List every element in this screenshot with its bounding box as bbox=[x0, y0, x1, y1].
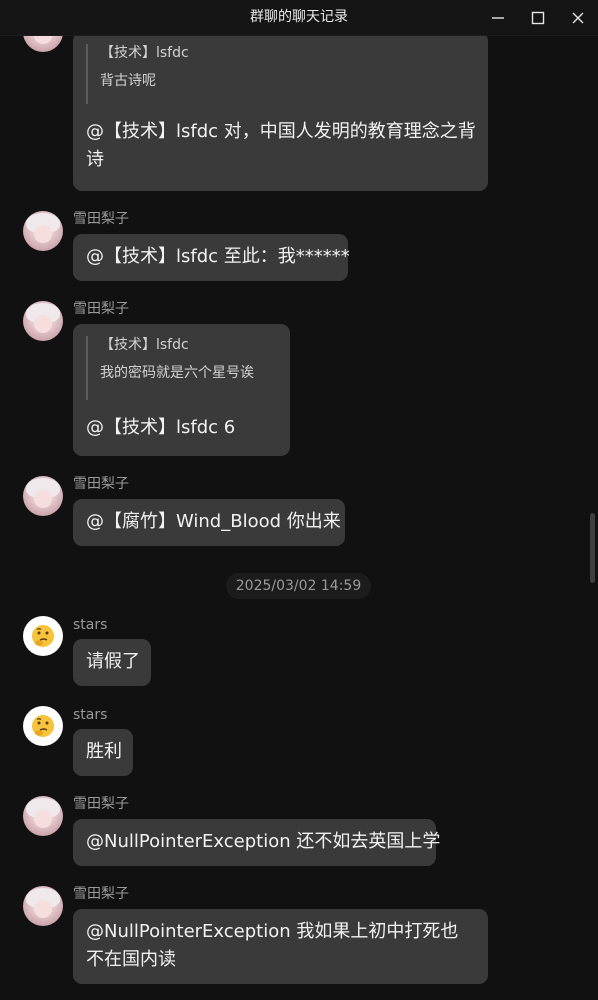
chat-history-window: 群聊的聊天记录 【技术】lsfdc 背古诗呢 @【技术】lsfdc 对，中国人发… bbox=[0, 0, 598, 1000]
quote-author: 【技术】lsfdc bbox=[100, 337, 189, 353]
close-button[interactable] bbox=[558, 0, 598, 35]
avatar[interactable] bbox=[23, 301, 63, 341]
message-bubble[interactable]: @【腐竹】Wind_Blood 你出来 bbox=[73, 499, 345, 546]
quote-text: 我的密码就是六个星号诶 bbox=[100, 365, 254, 381]
thinking-face-icon bbox=[32, 625, 54, 647]
timestamp-divider: 2025/03/02 14:59 bbox=[226, 573, 371, 599]
message-bubble[interactable]: @NullPointerException 我如果上初中打死也不在国内读 bbox=[73, 909, 488, 984]
thinking-face-icon bbox=[32, 715, 54, 737]
avatar[interactable] bbox=[23, 886, 63, 926]
quoted-message[interactable]: 【技术】lsfdc 背古诗呢 bbox=[86, 44, 189, 104]
sender-name: 雪田梨子 bbox=[73, 886, 129, 902]
avatar[interactable] bbox=[23, 211, 63, 251]
message-text: @NullPointerException 还不如去英国上学 bbox=[86, 831, 441, 852]
message-text: @【技术】lsfdc 至此：我****** bbox=[86, 246, 350, 267]
message-bubble[interactable]: 胜利 bbox=[73, 729, 133, 776]
minimize-button[interactable] bbox=[478, 0, 518, 35]
close-icon bbox=[572, 12, 584, 23]
message-bubble[interactable]: @NullPointerException 还不如去英国上学 bbox=[73, 819, 441, 866]
avatar[interactable] bbox=[23, 616, 63, 656]
avatar[interactable] bbox=[23, 36, 63, 52]
message-text: @【腐竹】Wind_Blood 你出来 bbox=[86, 511, 341, 532]
message-bubble[interactable]: 【技术】lsfdc 背古诗呢 @【技术】lsfdc 对，中国人发明的教育理念之背… bbox=[73, 36, 488, 191]
sender-name: 雪田梨子 bbox=[73, 301, 129, 317]
sender-name: stars bbox=[73, 707, 108, 723]
avatar[interactable] bbox=[23, 706, 63, 746]
title-bar: 群聊的聊天记录 bbox=[0, 0, 598, 36]
message-text: @【技术】lsfdc 对，中国人发明的教育理念之背诗 bbox=[86, 121, 476, 170]
message-text: @NullPointerException 我如果上初中打死也不在国内读 bbox=[86, 921, 459, 970]
minimize-icon bbox=[492, 16, 504, 19]
quoted-message[interactable]: 【技术】lsfdc 我的密码就是六个星号诶 bbox=[86, 336, 254, 400]
avatar[interactable] bbox=[23, 796, 63, 836]
message-bubble[interactable]: 【技术】lsfdc 我的密码就是六个星号诶 @【技术】lsfdc 6 bbox=[73, 324, 290, 456]
sender-name: 雪田梨子 bbox=[73, 476, 129, 492]
message-bubble[interactable]: @【技术】lsfdc 至此：我****** bbox=[73, 234, 350, 281]
message-text: 请假了 bbox=[86, 651, 140, 672]
quote-text: 背古诗呢 bbox=[100, 73, 156, 89]
message-bubble[interactable]: 请假了 bbox=[73, 639, 151, 686]
avatar[interactable] bbox=[23, 476, 63, 516]
maximize-icon bbox=[531, 11, 545, 24]
scrollbar-thumb[interactable] bbox=[590, 513, 595, 583]
message-list[interactable]: 【技术】lsfdc 背古诗呢 @【技术】lsfdc 对，中国人发明的教育理念之背… bbox=[0, 36, 598, 1000]
sender-name: 雪田梨子 bbox=[73, 796, 129, 812]
message-text: 胜利 bbox=[86, 741, 122, 762]
sender-name: stars bbox=[73, 617, 108, 633]
quote-author: 【技术】lsfdc bbox=[100, 45, 189, 61]
message-text: @【技术】lsfdc 6 bbox=[86, 417, 236, 438]
maximize-button[interactable] bbox=[518, 0, 558, 35]
sender-name: 雪田梨子 bbox=[73, 211, 129, 227]
